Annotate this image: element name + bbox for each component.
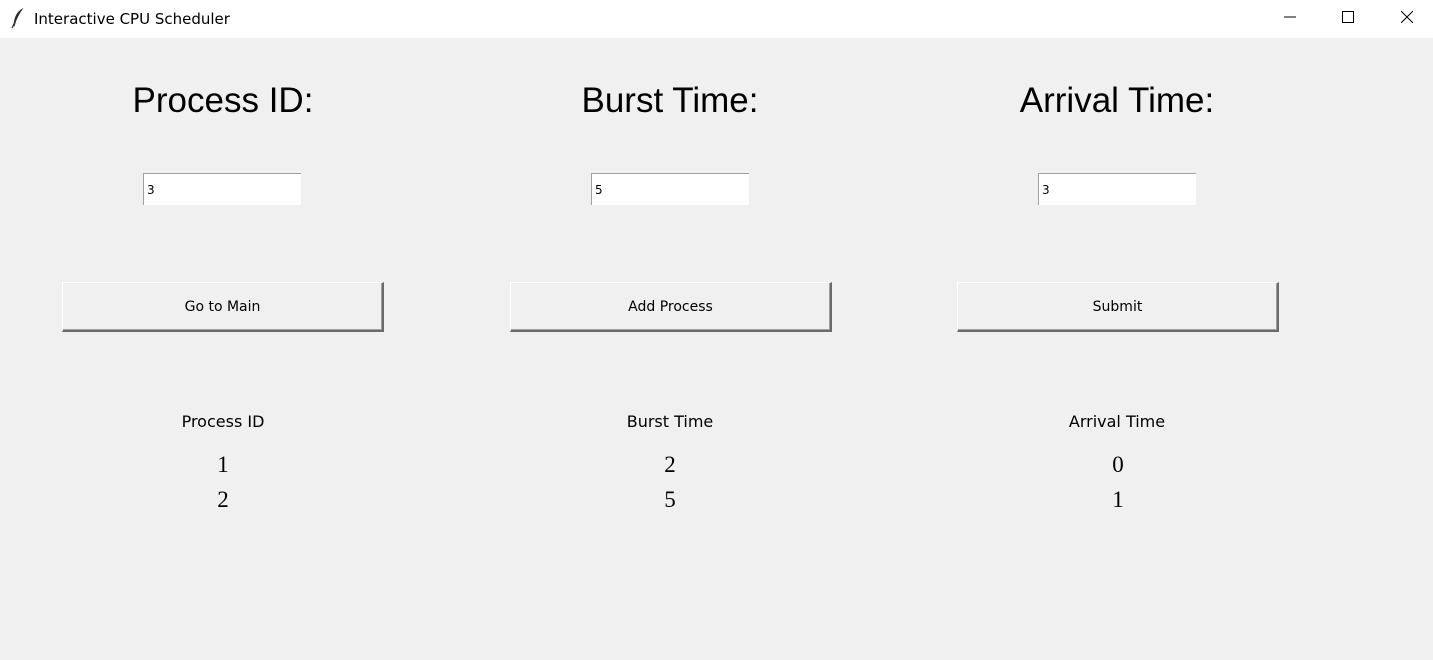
go-to-main-button[interactable]: Go to Main xyxy=(62,282,384,332)
arrival-time-input[interactable] xyxy=(1038,173,1196,205)
feather-icon xyxy=(11,7,25,29)
table-cell-burst-time: 5 xyxy=(664,487,676,512)
arrival-time-column-header: Arrival Time xyxy=(1068,412,1166,431)
minimize-icon xyxy=(1284,10,1296,28)
arrival-time-heading: Arrival Time: xyxy=(1019,81,1215,120)
title-bar[interactable]: Interactive CPU Scheduler xyxy=(0,0,1433,38)
burst-time-heading: Burst Time: xyxy=(581,81,759,120)
window-title: Interactive CPU Scheduler xyxy=(34,10,230,28)
burst-time-column-header: Burst Time xyxy=(626,412,714,431)
add-process-button[interactable]: Add Process xyxy=(510,282,832,332)
submit-button[interactable]: Submit xyxy=(957,282,1279,332)
maximize-button[interactable] xyxy=(1319,0,1377,38)
process-id-column-header: Process ID xyxy=(181,412,265,431)
table-cell-arrival-time: 1 xyxy=(1112,487,1124,512)
main-panel: Process ID: Burst Time: Arrival Time: Go… xyxy=(0,38,1433,660)
process-id-input[interactable] xyxy=(143,173,301,205)
maximize-icon xyxy=(1342,10,1354,28)
table-cell-process-id: 1 xyxy=(217,452,229,477)
table-cell-process-id: 2 xyxy=(217,487,229,512)
minimize-button[interactable] xyxy=(1261,0,1319,38)
close-icon xyxy=(1400,10,1414,28)
table-cell-arrival-time: 0 xyxy=(1112,452,1124,477)
process-id-heading: Process ID: xyxy=(132,81,314,120)
burst-time-input[interactable] xyxy=(591,173,749,205)
table-cell-burst-time: 2 xyxy=(664,452,676,477)
close-button[interactable] xyxy=(1378,0,1433,38)
